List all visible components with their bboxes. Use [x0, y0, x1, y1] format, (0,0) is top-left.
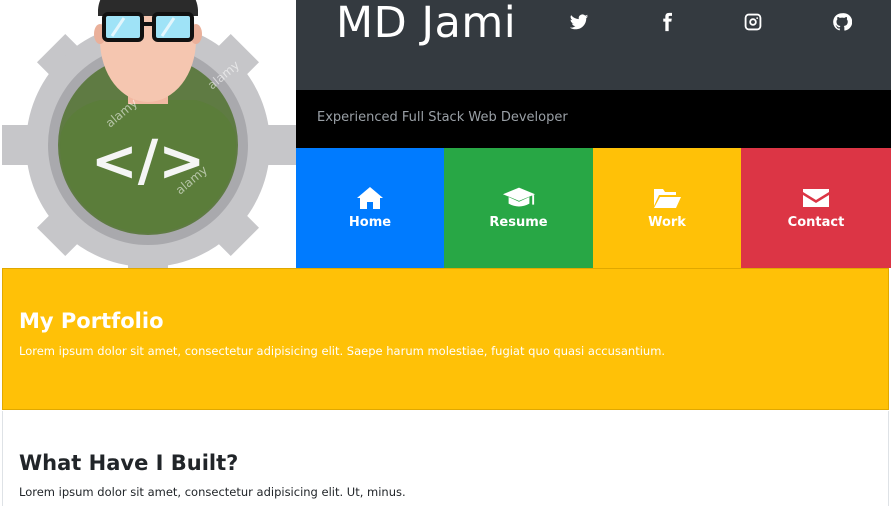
nav-work-button[interactable]: Work: [593, 148, 741, 268]
nav-label: Work: [648, 215, 686, 230]
developer-avatar-image: </> alamy alamy alamy: [0, 0, 296, 268]
portfolio-description: Lorem ipsum dolor sit amet, consectetur …: [19, 344, 666, 358]
github-link[interactable]: [829, 10, 855, 34]
facebook-link[interactable]: [654, 10, 680, 34]
nav-home-button[interactable]: Home: [296, 148, 444, 268]
nav-label: Contact: [787, 215, 845, 230]
tagline-bar: Experienced Full Stack Web Developer: [296, 90, 891, 148]
nav-label: Home: [348, 215, 392, 230]
portfolio-title: My Portfolio: [19, 309, 164, 333]
graduation-cap-icon: [502, 187, 535, 207]
portfolio-banner: My Portfolio Lorem ipsum dolor sit amet,…: [2, 268, 889, 410]
nav-label: Resume: [489, 215, 548, 230]
twitter-icon: [569, 14, 589, 30]
twitter-link[interactable]: [566, 10, 592, 34]
tagline: Experienced Full Stack Web Developer: [317, 110, 568, 125]
built-title: What Have I Built?: [19, 451, 239, 475]
home-icon: [357, 187, 383, 209]
instagram-link[interactable]: [740, 10, 766, 34]
github-icon: [833, 13, 852, 31]
nav-resume-button[interactable]: Resume: [444, 148, 593, 268]
nav-contact-button[interactable]: Contact: [741, 148, 891, 268]
built-section: What Have I Built? Lorem ipsum dolor sit…: [2, 411, 889, 506]
facebook-icon: [663, 12, 672, 32]
site-name: MD Jami: [336, 0, 517, 48]
site-header: MD Jami: [296, 0, 891, 90]
instagram-icon: [744, 13, 762, 31]
built-description: Lorem ipsum dolor sit amet, consectetur …: [19, 485, 406, 499]
folder-open-icon: [654, 189, 681, 208]
envelope-icon: [803, 189, 829, 207]
developer-avatar-icon: </> alamy alamy alamy: [2, 0, 296, 268]
